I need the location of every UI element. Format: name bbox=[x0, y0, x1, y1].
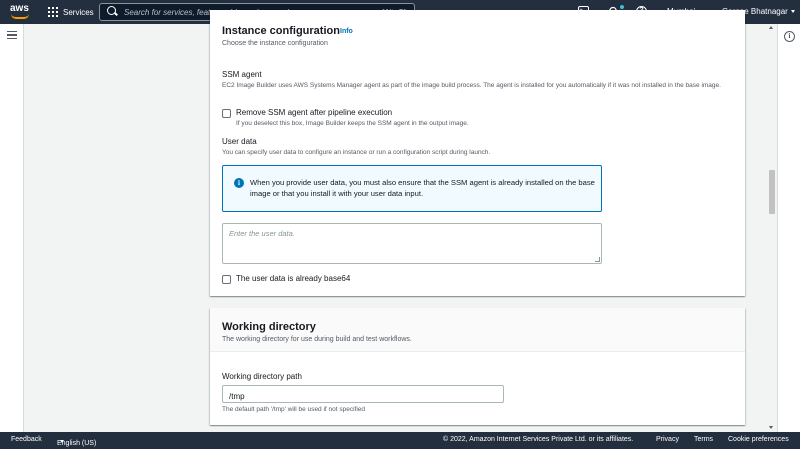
info-circle-icon: i bbox=[234, 178, 244, 188]
aws-logo-text: aws bbox=[10, 3, 29, 14]
user-data-textarea[interactable] bbox=[223, 224, 601, 263]
cookie-preferences-link[interactable]: Cookie preferences bbox=[728, 436, 789, 443]
working-directory-title: Working directory bbox=[222, 321, 316, 333]
privacy-link[interactable]: Privacy bbox=[656, 436, 679, 443]
scroll-thumb[interactable] bbox=[769, 170, 775, 214]
terms-link[interactable]: Terms bbox=[694, 436, 713, 443]
left-rail bbox=[0, 24, 24, 432]
user-data-label: User data bbox=[222, 137, 257, 146]
scroll-up-icon[interactable] bbox=[769, 26, 773, 29]
right-rail: i bbox=[777, 24, 800, 432]
working-directory-path-hint: The default path '/tmp' will be used if … bbox=[222, 406, 366, 413]
base64-checkbox[interactable] bbox=[222, 275, 231, 284]
working-directory-panel: Working directory The working directory … bbox=[210, 308, 745, 425]
user-data-description: You can specify user data to configure a… bbox=[222, 149, 491, 156]
ssm-agent-description: EC2 Image Builder uses AWS Systems Manag… bbox=[222, 82, 721, 89]
grid-icon bbox=[48, 7, 58, 17]
chevron-down-icon bbox=[790, 10, 795, 14]
working-directory-path-input[interactable] bbox=[223, 388, 503, 405]
caret-down-icon bbox=[60, 440, 64, 443]
remove-ssm-agent-label: Remove SSM agent after pipeline executio… bbox=[236, 108, 393, 117]
base64-checkbox-label: The user data is already base64 bbox=[236, 274, 351, 283]
scroll-down-icon[interactable] bbox=[769, 426, 773, 429]
search-icon bbox=[106, 5, 120, 19]
notification-dot bbox=[620, 5, 624, 9]
instance-configuration-title: Instance configuration bbox=[222, 25, 340, 37]
services-label: Services bbox=[63, 7, 94, 17]
remove-ssm-agent-checkbox[interactable] bbox=[222, 109, 231, 118]
menu-icon[interactable] bbox=[7, 31, 17, 39]
working-directory-path-field bbox=[222, 385, 504, 405]
working-directory-description: The working directory for use during bui… bbox=[222, 336, 412, 343]
aws-smile-icon bbox=[11, 14, 29, 19]
services-menu-button[interactable]: Services bbox=[48, 5, 94, 19]
resize-handle-icon[interactable] bbox=[595, 257, 600, 262]
remove-ssm-agent-description: If you deselect this box, Image Builder … bbox=[236, 120, 469, 127]
user-data-textarea-wrapper bbox=[222, 223, 602, 264]
instance-configuration-description: Choose the instance configuration bbox=[222, 40, 328, 47]
info-panel-icon[interactable]: i bbox=[784, 31, 795, 42]
ssm-agent-label: SSM agent bbox=[222, 70, 262, 79]
page-scrollbar[interactable] bbox=[766, 24, 777, 432]
aws-logo[interactable]: aws bbox=[10, 4, 32, 20]
footer: Feedback English (US) © 2022, Amazon Int… bbox=[0, 432, 800, 449]
working-directory-path-label: Working directory path bbox=[222, 372, 302, 381]
instance-configuration-panel: Instance configuration Info Choose the i… bbox=[210, 10, 745, 296]
alert-text: When you provide user data, you must als… bbox=[250, 178, 595, 198]
user-data-info-alert: i When you provide user data, you must a… bbox=[222, 165, 602, 212]
feedback-link[interactable]: Feedback bbox=[11, 436, 42, 443]
info-link[interactable]: Info bbox=[340, 28, 353, 35]
copyright-text: © 2022, Amazon Internet Services Private… bbox=[443, 436, 634, 443]
